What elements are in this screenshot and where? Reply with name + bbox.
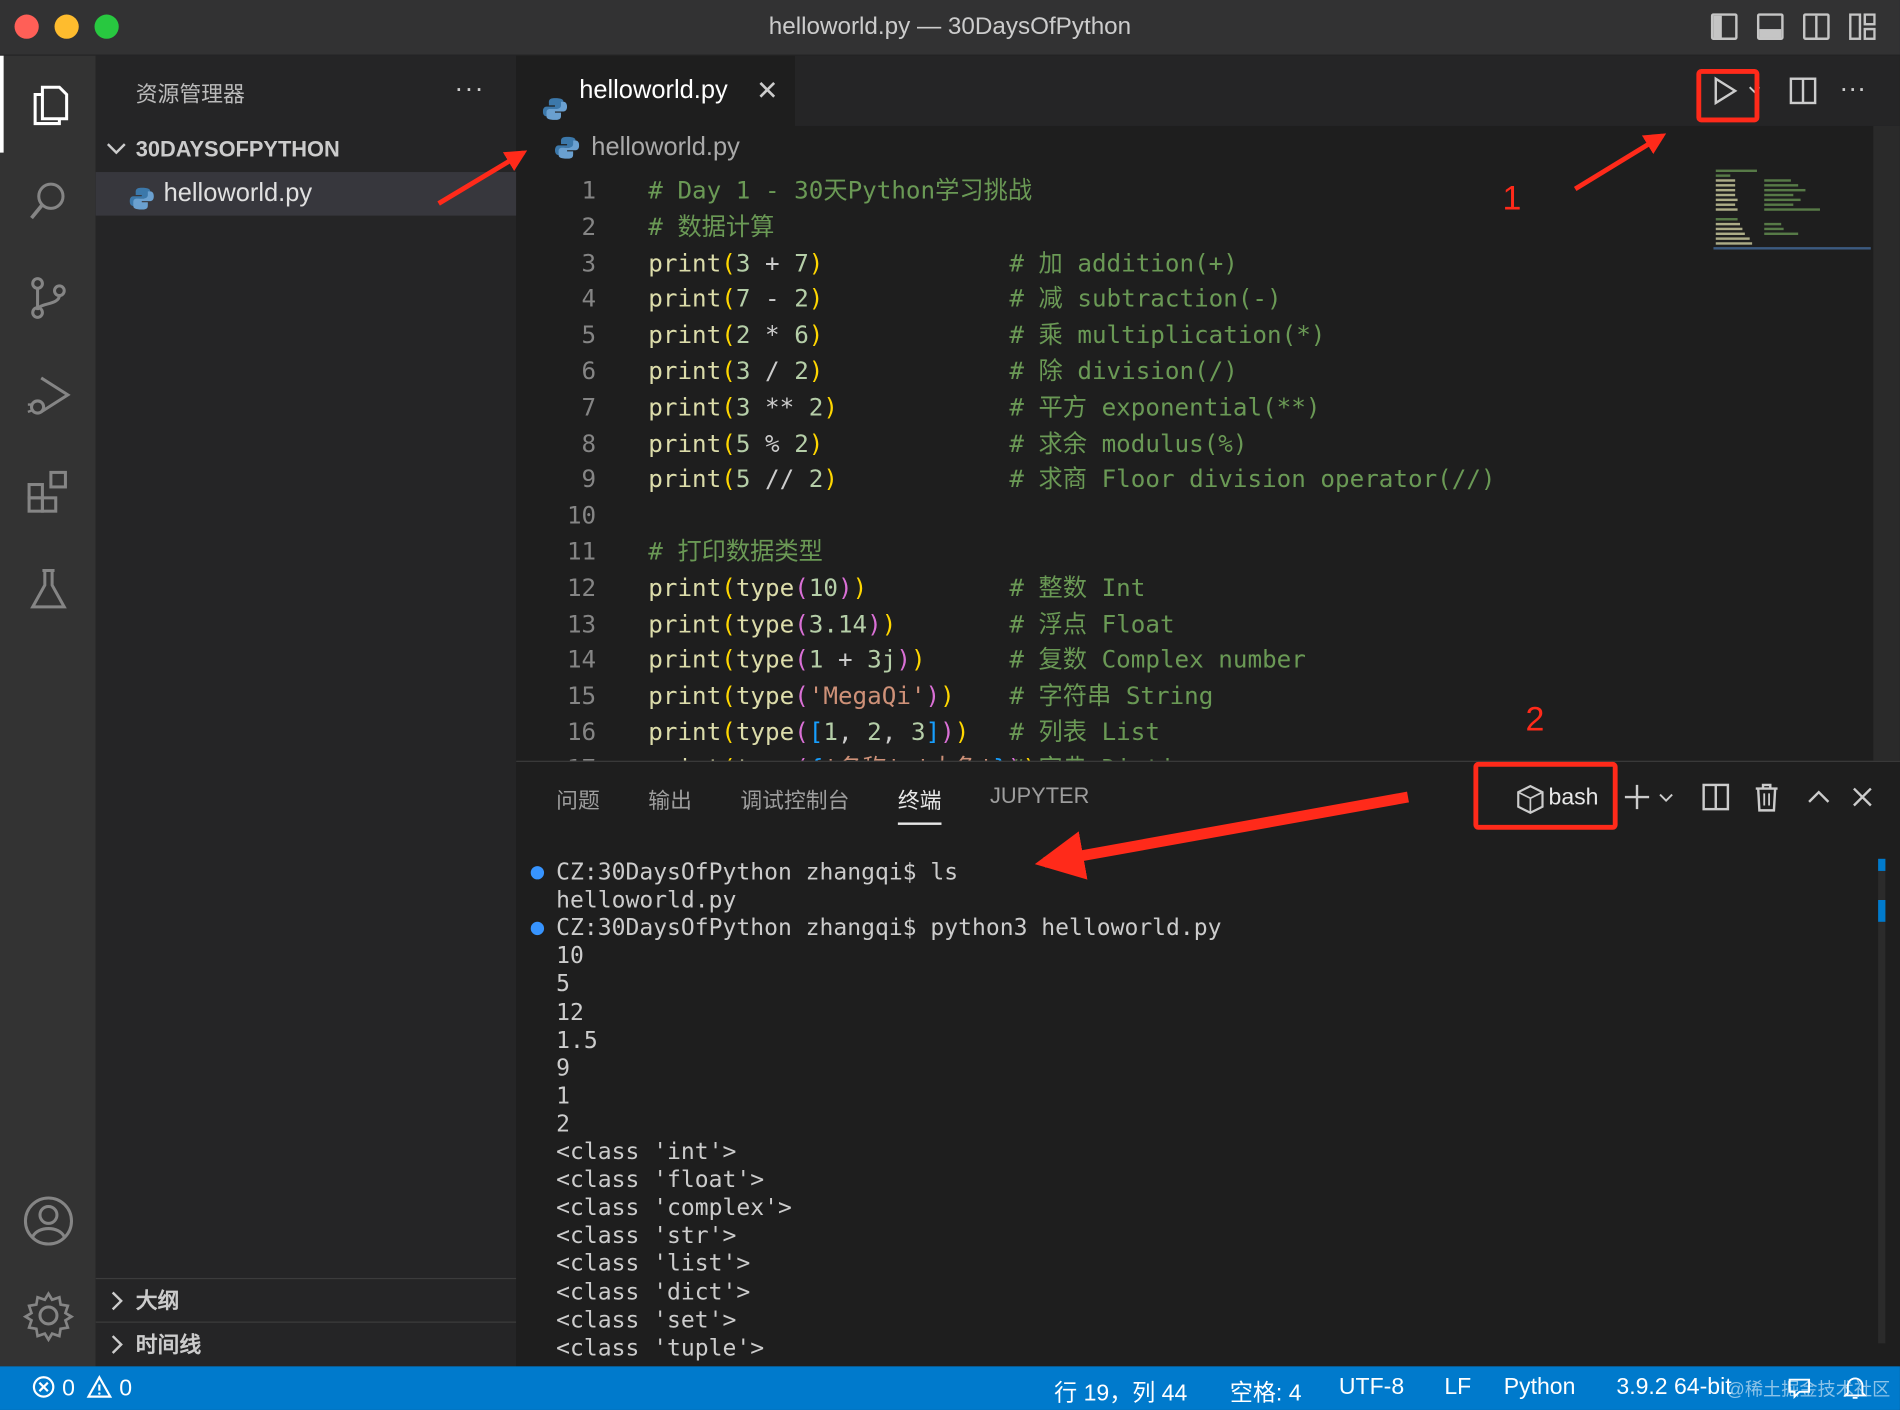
annotation-arrow-run <box>1573 133 1667 192</box>
annotation-arrows <box>437 133 1667 880</box>
annotation-box-run <box>1696 69 1760 123</box>
annotation-label-1: 1 <box>1502 179 1522 217</box>
annotation-arrow-file <box>437 150 528 206</box>
annotation-label-2: 2 <box>1525 700 1545 738</box>
vscode-window: helloworld.py — 30DaysOfPython 资源管理器 ···… <box>0 0 1900 1410</box>
annotation-arrow-terminal <box>1034 791 1409 880</box>
annotation-box-terminal <box>1473 761 1618 830</box>
